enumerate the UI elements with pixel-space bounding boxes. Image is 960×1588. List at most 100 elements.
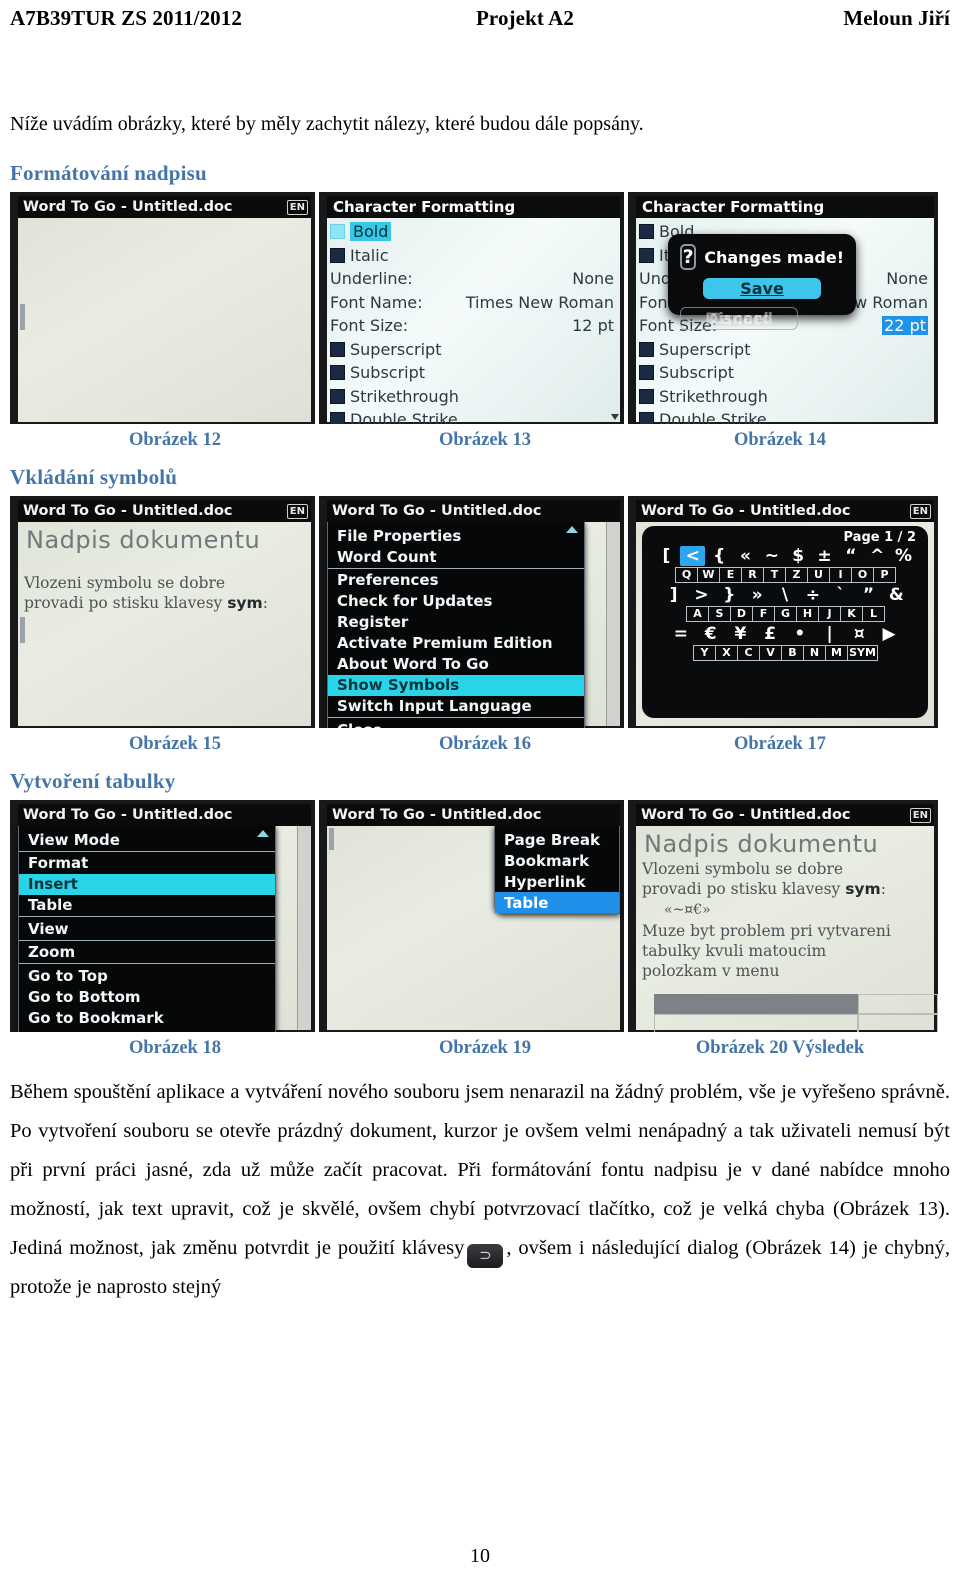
symbol-key[interactable]: » xyxy=(745,585,768,605)
symbol-key[interactable]: ¤ xyxy=(848,624,870,644)
symbol-key[interactable]: “ xyxy=(838,546,863,566)
menu-scrollbar[interactable] xyxy=(606,522,620,726)
checkbox-superscript[interactable] xyxy=(330,341,345,357)
cf-row-subscript[interactable]: Subscript xyxy=(330,361,620,385)
symbol-key[interactable]: | xyxy=(819,624,841,644)
cf-value-underline: None xyxy=(886,269,928,289)
cf-label-subscript: Subscript xyxy=(350,363,426,383)
menu-item-show-symbols[interactable]: Show Symbols xyxy=(328,674,584,696)
application-menu: File Properties Word Count Preferences C… xyxy=(327,522,585,728)
panel-scroll-indicator[interactable] xyxy=(610,242,619,420)
caption-obrazek-19: Obrázek 19 xyxy=(439,1038,531,1058)
menu-item-table[interactable]: Table xyxy=(19,895,275,917)
symbol-key[interactable]: € xyxy=(700,624,722,644)
symbol-key[interactable]: [ xyxy=(654,546,679,566)
menu-item-file-properties[interactable]: File Properties xyxy=(19,1028,275,1033)
symbol-key[interactable]: ~ xyxy=(759,546,784,566)
cf-label-strikethrough: Strikethrough xyxy=(350,386,459,406)
checkbox-italic[interactable] xyxy=(330,247,345,263)
symbol-key[interactable]: • xyxy=(789,624,811,644)
menu-item-go-to-bookmark[interactable]: Go to Bookmark xyxy=(19,1007,275,1028)
wtg-title-text: Word To Go - Untitled.doc xyxy=(332,503,542,519)
menu-item-switch-input-language[interactable]: Switch Input Language xyxy=(328,696,584,718)
wtg-title-text: Word To Go - Untitled.doc xyxy=(23,807,233,823)
checkbox-subscript[interactable] xyxy=(330,365,345,381)
menu-item-close[interactable]: Close xyxy=(328,719,584,729)
submenu-item-hyperlink[interactable]: Hyperlink xyxy=(495,871,619,892)
symbol-page-indicator: Page 1 / 2 xyxy=(843,530,917,545)
symbol-key[interactable]: ^ xyxy=(865,546,890,566)
symbol-key[interactable]: ± xyxy=(812,546,837,566)
screenshot-main-menu-insert: Word To Go - Untitled.doc View Mode Form… xyxy=(10,800,315,1032)
symbol-key[interactable]: & xyxy=(885,585,908,605)
submenu-item-bookmark[interactable]: Bookmark xyxy=(495,850,619,871)
symbol-key[interactable]: ¥ xyxy=(729,624,751,644)
submenu-item-table[interactable]: Table xyxy=(495,892,619,913)
document-line-5: polozkam v menu xyxy=(642,962,780,980)
checkbox-bold[interactable] xyxy=(330,224,345,240)
symbol-key[interactable]: = xyxy=(670,624,692,644)
save-button[interactable]: Save xyxy=(703,278,821,299)
caption-obrazek-12: Obrázek 12 xyxy=(129,430,221,450)
cf-row-italic[interactable]: Italic xyxy=(330,244,620,268)
cf-row-underline[interactable]: Underline: None xyxy=(330,267,620,291)
symbol-key[interactable]: « xyxy=(733,546,758,566)
menu-item-insert[interactable]: Insert xyxy=(19,873,275,895)
wtg-title-text: Word To Go - Untitled.doc xyxy=(332,807,542,823)
wtg-titlebar: Word To Go - Untitled.doc EN xyxy=(636,804,934,826)
cancel-button[interactable]: Cancel xyxy=(680,307,798,330)
cf-row-double-strike[interactable]: Double Strike xyxy=(330,408,620,424)
cf-row-bold[interactable]: Bold xyxy=(330,220,620,244)
kbd-key: L xyxy=(862,606,885,622)
kbd-key: R xyxy=(741,567,764,583)
checkbox-strikethrough xyxy=(639,388,654,404)
caption-row-1: Obrázek 12 Obrázek 13 Obrázek 14 xyxy=(10,430,950,451)
wtg-title-text: Word To Go - Untitled.doc xyxy=(641,503,851,519)
table-cell xyxy=(654,1014,858,1032)
menu-item-preferences[interactable]: Preferences xyxy=(328,570,584,591)
menu-item-view-mode[interactable]: View Mode xyxy=(19,829,275,852)
kbd-key: F xyxy=(752,606,775,622)
menu-scrollbar[interactable] xyxy=(297,826,311,1030)
screenshot-show-symbols-menu: Word To Go - Untitled.doc File Propertie… xyxy=(319,496,624,728)
symbol-key[interactable]: £ xyxy=(759,624,781,644)
menu-item-check-for-updates[interactable]: Check for Updates xyxy=(328,591,584,612)
checkbox-strikethrough[interactable] xyxy=(330,388,345,404)
kbd-key: H xyxy=(796,606,819,622)
symbol-key[interactable]: ▶ xyxy=(878,624,900,644)
kbd-key: N xyxy=(803,645,826,661)
submenu-item-page-break[interactable]: Page Break xyxy=(495,829,619,850)
document-line-3: Muze byt problem pri vytvareni xyxy=(642,922,891,940)
menu-item-go-to-bottom[interactable]: Go to Bottom xyxy=(19,986,275,1007)
symbol-key[interactable]: % xyxy=(891,546,916,566)
symbol-key[interactable]: $ xyxy=(786,546,811,566)
symbol-key[interactable]: ” xyxy=(857,585,880,605)
menu-item-word-count[interactable]: Word Count xyxy=(328,546,584,569)
symbol-key[interactable]: { xyxy=(707,546,732,566)
symbol-key[interactable]: } xyxy=(718,585,741,605)
document-line-2: provadi po stisku klavesy sym: xyxy=(24,594,268,612)
menu-item-about-word-to-go[interactable]: About Word To Go xyxy=(328,654,584,675)
screenshot-document-symbols: Word To Go - Untitled.doc EN Nadpis doku… xyxy=(10,496,315,728)
checkbox-double-strike[interactable] xyxy=(330,412,345,424)
symbol-key[interactable]: ` xyxy=(829,585,852,605)
symbol-key[interactable]: > xyxy=(690,585,713,605)
menu-item-zoom[interactable]: Zoom xyxy=(19,942,275,964)
cf-row-font-name[interactable]: Font Name: Times New Roman xyxy=(330,291,620,315)
menu-item-file-properties[interactable]: File Properties xyxy=(328,525,584,546)
symbol-key-selected[interactable]: < xyxy=(680,546,706,566)
menu-item-go-to-top[interactable]: Go to Top xyxy=(19,965,275,986)
menu-item-register[interactable]: Register xyxy=(328,612,584,633)
symbol-key[interactable]: ÷ xyxy=(801,585,824,605)
menu-item-view[interactable]: View xyxy=(19,918,275,941)
symbol-key[interactable]: ] xyxy=(662,585,685,605)
caption-obrazek-14: Obrázek 14 xyxy=(734,430,826,450)
menu-item-format[interactable]: Format xyxy=(19,853,275,874)
cf-row-superscript[interactable]: Superscript xyxy=(330,338,620,362)
cf-label-double-strike: Double Strike xyxy=(350,410,458,424)
symbol-key[interactable]: \ xyxy=(773,585,796,605)
cf-row-strikethrough[interactable]: Strikethrough xyxy=(330,385,620,409)
cf-row-font-size[interactable]: Font Size: 12 pt xyxy=(330,314,620,338)
figure-row-1: Word To Go - Untitled.doc EN Character F… xyxy=(10,192,950,424)
menu-item-activate-premium-edition[interactable]: Activate Premium Edition xyxy=(328,633,584,654)
